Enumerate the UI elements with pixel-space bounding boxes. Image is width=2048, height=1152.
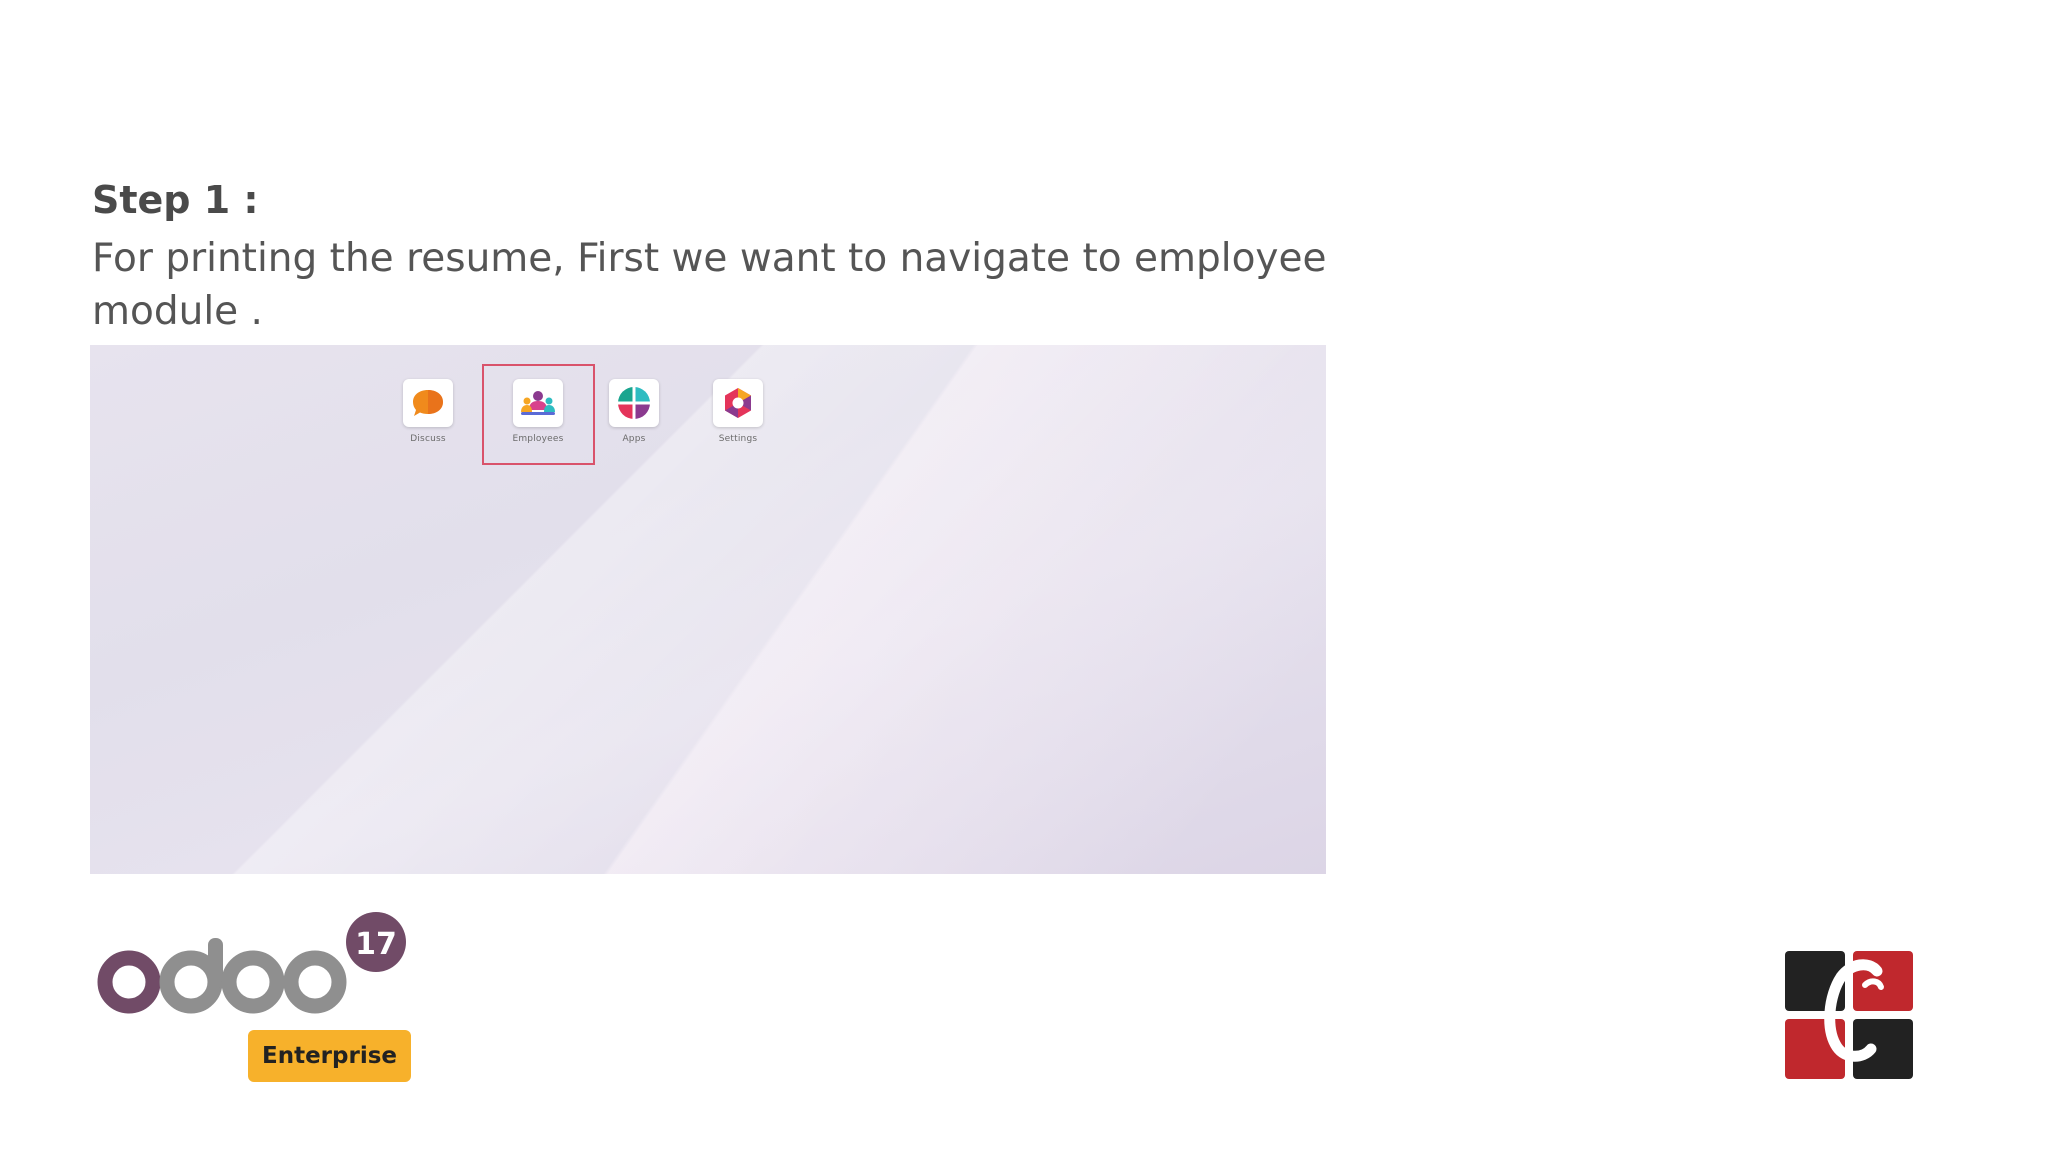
- employees-highlight-box: [482, 364, 595, 465]
- app-tile-settings[interactable]: Settings: [699, 379, 777, 459]
- enterprise-badge: Enterprise: [248, 1030, 411, 1082]
- app-label-apps: Apps: [622, 434, 646, 444]
- cybrosys-logo: [1785, 951, 1913, 1079]
- app-tile-apps[interactable]: Apps: [595, 379, 673, 459]
- slide: Step 1 : For printing the resume, First …: [0, 0, 2048, 1152]
- settings-icon: [713, 379, 763, 427]
- apps-icon: [609, 379, 659, 427]
- app-label-settings: Settings: [718, 434, 758, 444]
- app-tile-discuss[interactable]: Discuss: [389, 379, 467, 459]
- step-heading: Step 1 :: [92, 178, 259, 222]
- odoo-version-badge: 17: [355, 927, 397, 962]
- step-description: For printing the resume, First we want t…: [92, 236, 1327, 334]
- discuss-icon: [403, 379, 453, 427]
- odoo-home-screenshot: Discuss Employees Apps Settings: [90, 345, 1326, 874]
- app-label-discuss: Discuss: [410, 434, 446, 444]
